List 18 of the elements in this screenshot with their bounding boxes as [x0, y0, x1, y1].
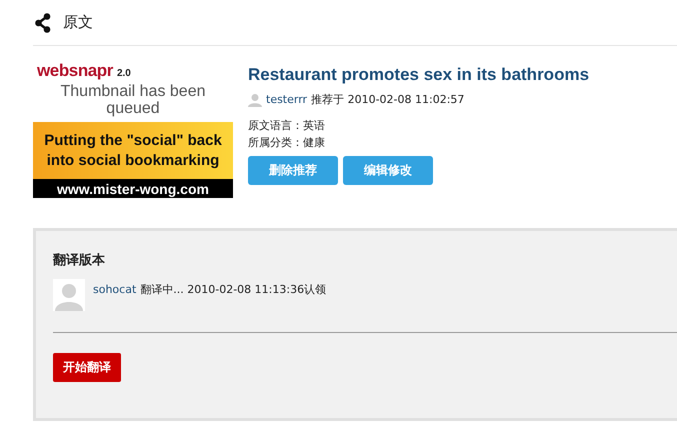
start-translation-button[interactable]: 开始翻译 [53, 352, 121, 382]
translation-status: 翻译中... 2010-02-08 11:13:36认领 [140, 282, 326, 298]
section-title: 原文 [63, 12, 93, 34]
author-link[interactable]: testerrr [266, 92, 308, 108]
category-text: 所属分类：健康 [248, 134, 326, 150]
user-link[interactable]: sohocat [93, 282, 136, 298]
banner-url: www.mister-wong.com [57, 180, 209, 198]
avatar-icon [53, 278, 85, 310]
banner-text: Putting the "social" back into social bookmarking [43, 130, 223, 170]
version-label: 2.0 [116, 67, 131, 81]
thumbnail-status: Thumbnail has been queued [60, 83, 206, 117]
language-text: 原文语言：英语 [248, 118, 326, 134]
avatar-icon [248, 93, 262, 108]
recommended-time: 推荐于 2010-02-08 11:02:57 [311, 92, 464, 108]
panel-heading: 翻译版本 [53, 252, 106, 270]
brand-logo: websnapr [37, 61, 113, 81]
share-icon[interactable] [35, 12, 51, 32]
article-title[interactable]: Restaurant promotes sex in its bathrooms [248, 65, 590, 85]
